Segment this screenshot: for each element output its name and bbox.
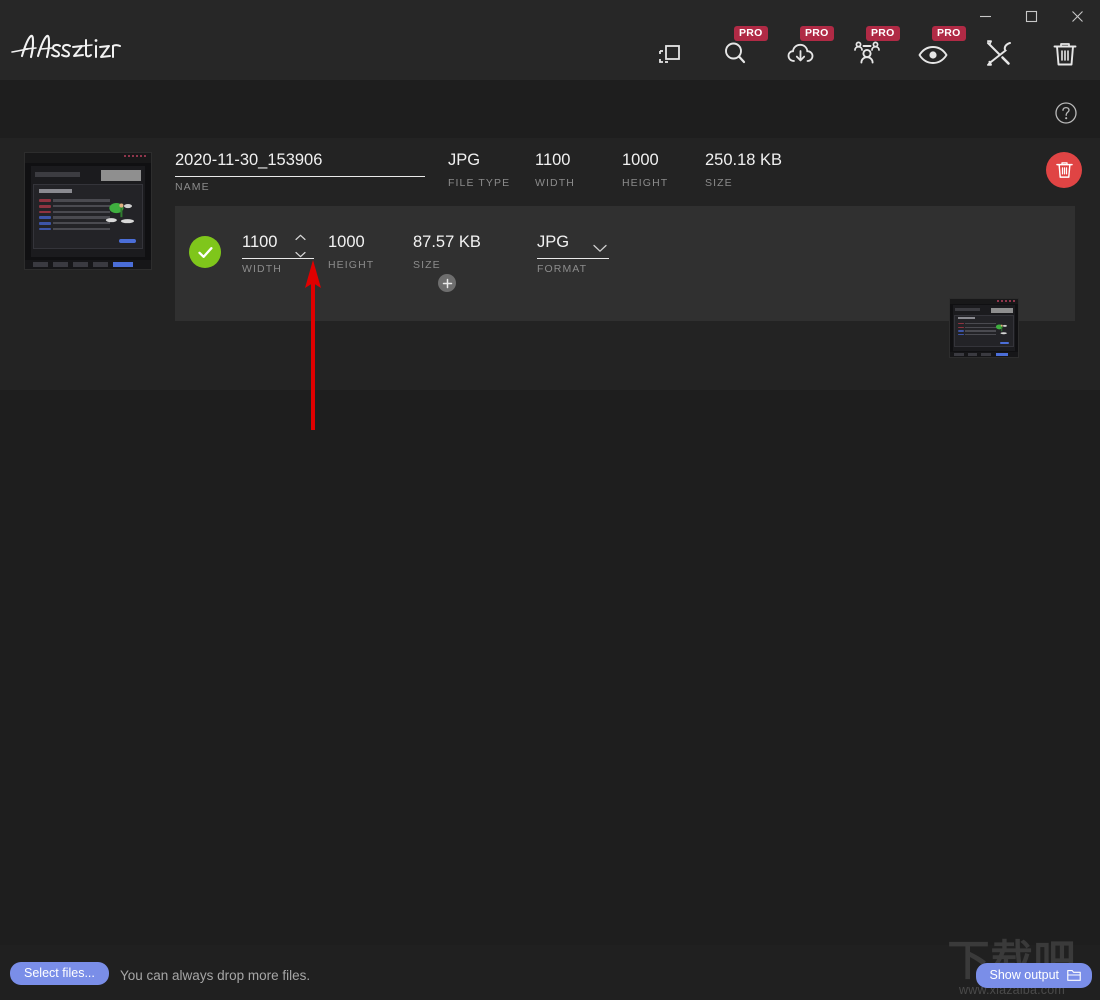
pro-badge: PRO [734,26,768,41]
output-height-label: HEIGHT [328,259,375,271]
file-size-value: 250.18 KB [705,151,783,169]
toolbar-item-clear-all[interactable] [1042,26,1088,68]
show-output-label: Show output [989,968,1060,982]
help-row [0,80,1100,138]
title-bar: PRO PRO PRO PRO [0,0,1100,80]
question-circle-icon[interactable] [1054,101,1078,125]
delete-file-button[interactable] [1046,152,1082,188]
output-size-label: SIZE [413,259,441,271]
select-files-button[interactable]: Select files... [10,962,109,985]
toolbar-item-team[interactable]: PRO [844,26,900,68]
file-type-field: JPG FILE TYPE [448,150,510,189]
file-name-label: NAME [175,181,210,193]
bottom-bar: 下载吧 www.xiazaiba.com Select files... You… [0,939,1100,1000]
output-settings-strip: 1100 WIDTH 1000 HEIGHT 87.57 KB SIZE JPG… [175,206,1075,358]
chevron-down-icon[interactable] [294,251,306,258]
drop-area[interactable] [0,390,1100,945]
output-width-label: WIDTH [242,263,282,275]
output-preview-thumbnail[interactable] [949,298,1019,358]
output-height-value[interactable]: 1000 [328,232,374,252]
file-name-field[interactable]: 2020-11-30_153906 NAME [175,150,425,193]
file-type-label: FILE TYPE [448,177,511,189]
file-type-value: JPG [448,151,481,169]
pro-badge: PRO [932,26,966,41]
output-size-field: 87.57 KB SIZE [413,232,481,271]
file-card: 2020-11-30_153906 NAME JPG FILE TYPE 110… [0,138,1100,390]
thumbnail-art [950,299,1018,357]
toolbar-item-preview[interactable]: PRO [910,26,966,68]
plus-icon [442,278,452,288]
chevron-up-icon[interactable] [294,234,306,241]
file-size-field: 250.18 KB SIZE [705,150,782,189]
folder-open-icon [1067,969,1081,981]
check-icon [197,246,213,258]
drop-hint-text: You can always drop more files. [120,968,311,983]
pro-badge: PRO [866,26,900,41]
output-height-field[interactable]: 1000 HEIGHT [328,232,374,271]
file-size-label: SIZE [705,177,733,189]
trash-icon [1055,162,1073,178]
file-height-value: 1000 [622,151,659,169]
main-toolbar: PRO PRO PRO PRO [646,26,1088,68]
chevron-down-icon[interactable] [593,240,607,258]
app-logo [8,30,128,64]
file-height-label: HEIGHT [622,177,669,189]
thumbnail-art [25,153,151,269]
file-height-field: 1000 HEIGHT [622,150,668,189]
pro-badge: PRO [800,26,834,41]
file-width-label: WIDTH [535,177,575,189]
toolbar-item-smart-search[interactable]: PRO [712,26,768,68]
toolbar-item-resize-crop[interactable] [646,26,692,68]
toolbar-item-tools[interactable] [976,26,1022,68]
output-width-stepper[interactable] [293,234,307,258]
file-width-field: 1100 WIDTH [535,150,575,189]
output-size-value: 87.57 KB [413,233,481,251]
toolbar-item-cloud-download[interactable]: PRO [778,26,834,68]
source-thumbnail[interactable] [24,152,152,270]
file-name-value[interactable]: 2020-11-30_153906 [175,150,425,177]
output-status-badge [189,236,221,268]
output-format-label: FORMAT [537,263,588,275]
show-output-button[interactable]: Show output [975,963,1092,988]
file-width-value: 1100 [535,151,571,169]
add-output-preset-button[interactable] [438,274,456,292]
